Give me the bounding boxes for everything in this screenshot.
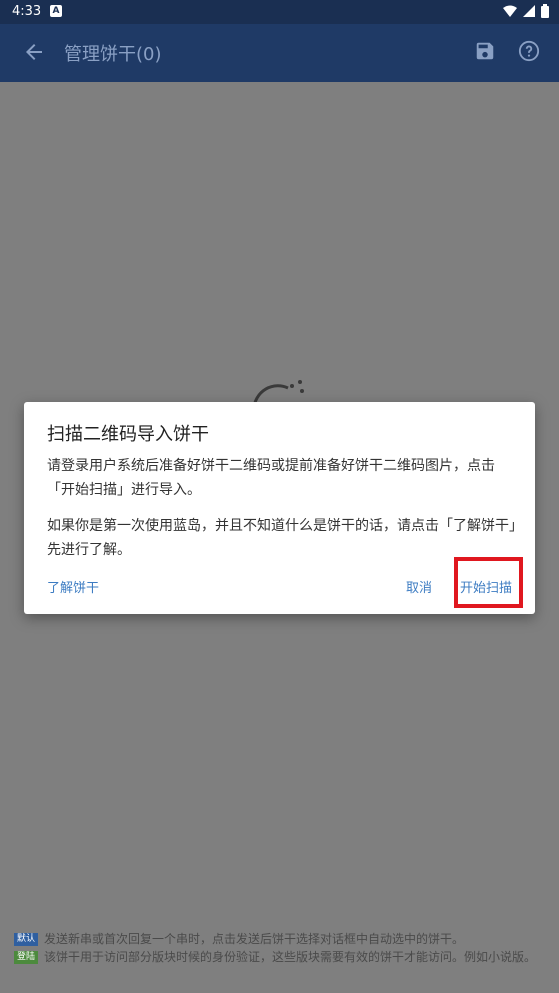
save-icon[interactable] [474, 40, 496, 62]
note-default-text: 发送新串或首次回复一个串时，点击发送后饼干选择对话框中自动选中的饼干。 [44, 932, 465, 946]
note-login-text: 该饼干用于访问部分版块时候的身份验证，这些版块需要有效的饼干才能访问。例如小说版… [44, 950, 537, 964]
note-default: 默认 发送新串或首次回复一个串时，点击发送后饼干选择对话框中自动选中的饼干。 [14, 930, 544, 948]
back-arrow-icon[interactable] [22, 40, 46, 64]
start-scan-highlight [454, 557, 523, 608]
app-bar: 管理饼干(0) [0, 24, 559, 82]
login-badge: 登陆 [14, 951, 39, 964]
signal-icon [523, 5, 535, 17]
status-time: 4:33 [12, 4, 42, 19]
notification-icon: A [50, 5, 62, 17]
wifi-icon [503, 5, 517, 17]
help-icon[interactable] [518, 40, 540, 62]
page-title: 管理饼干(0) [64, 44, 162, 65]
cookie-notes: 默认 发送新串或首次回复一个串时，点击发送后饼干选择对话框中自动选中的饼干。 登… [14, 930, 544, 966]
dialog-paragraph-2: 如果你是第一次使用蓝岛，并且不知道什么是饼干的话，请点击「了解饼干」先进行了解。 [47, 518, 516, 558]
default-badge: 默认 [14, 933, 39, 946]
status-icons [503, 4, 549, 18]
dialog-title: 扫描二维码导入饼干 [47, 424, 209, 445]
dialog-body: 请登录用户系统后准备好饼干二维码或提前准备好饼干二维码图片，点击「开始扫描」进行… [47, 454, 517, 574]
note-login: 登陆 该饼干用于访问部分版块时候的身份验证，这些版块需要有效的饼干才能访问。例如… [14, 948, 544, 966]
battery-icon [541, 4, 549, 18]
status-bar: 4:33 A [0, 0, 559, 24]
cancel-button[interactable]: 取消 [406, 577, 432, 596]
dialog-paragraph-1: 请登录用户系统后准备好饼干二维码或提前准备好饼干二维码图片，点击「开始扫描」进行… [47, 458, 495, 498]
learn-cookie-button[interactable]: 了解饼干 [47, 577, 99, 596]
